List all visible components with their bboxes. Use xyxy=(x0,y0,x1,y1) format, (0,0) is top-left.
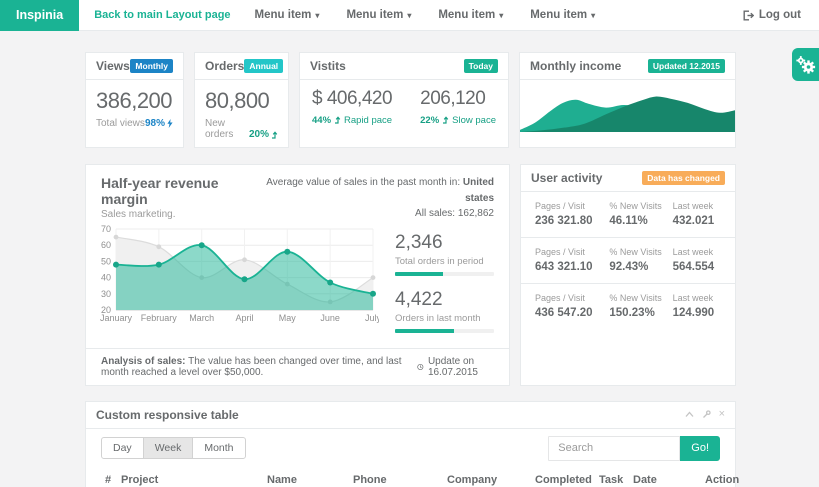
top-navbar: Inspinia Back to main Layout page Menu i… xyxy=(0,0,819,31)
wrench-icon[interactable] xyxy=(702,410,711,419)
settings-gears-icon xyxy=(796,55,816,75)
user-activity-row: Pages / Visit236 321.80 % New Visits46.1… xyxy=(521,192,735,238)
clock-icon xyxy=(417,362,424,372)
orders-lastmonth-progressbar xyxy=(395,329,494,333)
monthly-income-widget: Monthly income Updated 12.2015 xyxy=(519,52,736,148)
orders-lastmonth-stat: 4,422 Orders in last month xyxy=(395,289,494,333)
views-widget: Views Monthly 386,200 Total views 98% xyxy=(85,52,184,148)
views-value: 386,200 xyxy=(96,88,173,114)
level-up-icon xyxy=(271,131,278,139)
user-activity-title: User activity xyxy=(531,171,602,185)
menu-item-4[interactable]: Menu item▾ xyxy=(530,9,595,21)
orders-percent: 20% xyxy=(249,129,278,140)
logout-button[interactable]: Log out xyxy=(743,9,801,21)
svg-text:60: 60 xyxy=(101,240,111,250)
svg-text:May: May xyxy=(279,313,297,323)
updated-badge: Updated 12.2015 xyxy=(648,59,725,73)
svg-text:June: June xyxy=(320,313,340,323)
annual-badge: Annual xyxy=(244,59,283,73)
user-activity-row: Pages / Visit436 547.20 % New Visits150.… xyxy=(521,284,735,329)
visits-stat-2: 206,120 22% Slow pace xyxy=(420,88,496,126)
menu-item-3[interactable]: Menu item▾ xyxy=(438,9,503,21)
visits-widget: Vistits Today $ 406,420 44% Rapid pace 2… xyxy=(299,52,509,148)
revenue-area-chart: 203040506070JanuaryFebruaryMarchAprilMay… xyxy=(94,224,379,324)
revenue-subtitle: Sales marketing. xyxy=(101,209,256,220)
visits-stat-1: $ 406,420 44% Rapid pace xyxy=(312,88,392,126)
tab-month[interactable]: Month xyxy=(192,437,245,459)
level-up-icon xyxy=(442,116,449,124)
views-label: Total views xyxy=(96,118,145,129)
orders-title: Orders xyxy=(205,59,244,73)
page-content: Views Monthly 386,200 Total views 98% Or… xyxy=(0,31,736,487)
orders-value: 80,800 xyxy=(205,88,278,114)
revenue-panel: Half-year revenue margin Sales marketing… xyxy=(85,164,510,386)
chevron-down-icon: ▾ xyxy=(315,11,319,20)
orders-label: New orders xyxy=(205,118,249,140)
chevron-down-icon: ▾ xyxy=(591,11,595,20)
tab-week[interactable]: Week xyxy=(143,437,194,459)
svg-text:February: February xyxy=(141,313,178,323)
theme-settings-button[interactable] xyxy=(792,48,819,81)
search-input[interactable] xyxy=(548,436,680,461)
monthly-income-area-chart xyxy=(520,80,735,132)
chevron-down-icon: ▾ xyxy=(407,11,411,20)
brand-logo[interactable]: Inspinia xyxy=(0,0,79,31)
main-menu: Menu item▾ Menu item▾ Menu item▾ Menu it… xyxy=(255,9,596,21)
bolt-icon xyxy=(167,119,173,128)
views-percent: 98% xyxy=(145,118,173,129)
monthly-badge: Monthly xyxy=(130,59,173,73)
views-title: Views xyxy=(96,59,130,73)
update-note: Update on 16.07.2015 xyxy=(417,356,494,378)
orders-widget: Orders Annual 80,800 New orders 20% xyxy=(194,52,289,148)
orders-period-progressbar xyxy=(395,272,494,276)
orders-period-stat: 2,346 Total orders in period xyxy=(395,232,494,276)
menu-item-1[interactable]: Menu item▾ xyxy=(255,9,320,21)
svg-text:30: 30 xyxy=(101,289,111,299)
revenue-title: Half-year revenue margin xyxy=(101,175,256,207)
svg-text:April: April xyxy=(235,313,253,323)
monthly-income-title: Monthly income xyxy=(530,59,621,73)
svg-text:70: 70 xyxy=(101,224,111,234)
user-activity-row: Pages / Visit643 321.10 % New Visits92.4… xyxy=(521,238,735,284)
svg-text:January: January xyxy=(100,313,133,323)
close-icon[interactable]: × xyxy=(719,409,725,420)
revenue-summary-text: Average value of sales in the past month… xyxy=(256,175,494,222)
projects-table: # Project Name Phone Company Completed T… xyxy=(101,468,722,487)
custom-table-panel: Custom responsive table × Day Week Month xyxy=(85,401,736,487)
tab-day[interactable]: Day xyxy=(101,437,144,459)
table-search: Go! xyxy=(548,436,720,461)
analysis-note: Analysis of sales: The value has been ch… xyxy=(101,356,417,378)
table-header-row: # Project Name Phone Company Completed T… xyxy=(101,468,722,487)
svg-text:40: 40 xyxy=(101,272,111,282)
svg-text:March: March xyxy=(189,313,214,323)
search-go-button[interactable]: Go! xyxy=(680,436,720,461)
period-tab-group: Day Week Month xyxy=(101,437,246,459)
user-activity-panel: User activity Data has changed Pages / V… xyxy=(520,164,736,386)
today-badge: Today xyxy=(464,59,498,73)
svg-text:July: July xyxy=(365,313,379,323)
level-up-icon xyxy=(334,116,341,124)
chevron-down-icon: ▾ xyxy=(499,11,503,20)
svg-text:50: 50 xyxy=(101,256,111,266)
visits-title: Vistits xyxy=(310,59,346,73)
sign-out-icon xyxy=(743,10,754,21)
menu-item-2[interactable]: Menu item▾ xyxy=(346,9,411,21)
table-panel-title: Custom responsive table xyxy=(96,408,239,422)
collapse-chevron-icon[interactable] xyxy=(685,411,694,418)
back-to-layout-link[interactable]: Back to main Layout page xyxy=(94,9,230,21)
data-changed-badge: Data has changed xyxy=(642,171,725,185)
